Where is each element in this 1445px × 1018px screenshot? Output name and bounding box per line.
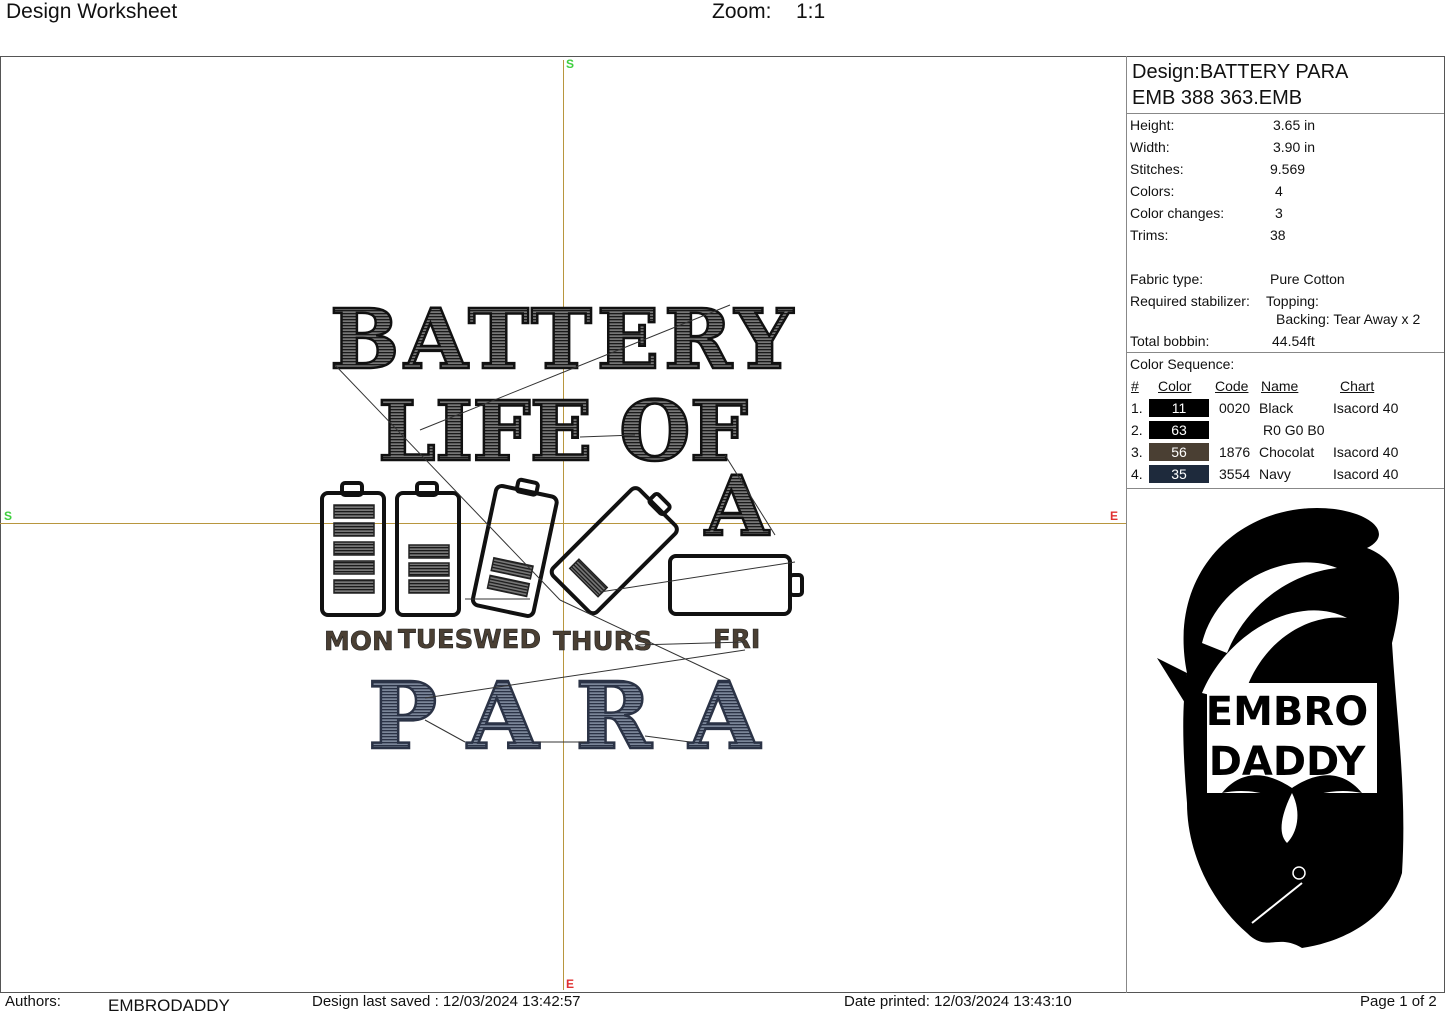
- authors-value: EMBRODADDY: [108, 996, 230, 1015]
- day-label-fri: FRI: [713, 625, 760, 655]
- color-swatch: 63: [1149, 421, 1209, 439]
- seq-chart: Isacord 40: [1333, 444, 1399, 460]
- color-sequence-title: Color Sequence:: [1130, 356, 1235, 372]
- seq-number: 1.: [1131, 400, 1143, 416]
- battery-three-quarter-icon: [395, 481, 461, 617]
- seq-code: 1876: [1219, 444, 1251, 460]
- design-name: Design:BATTERY PARA: [1132, 61, 1349, 83]
- seq-name: R0 G0 B0: [1263, 422, 1325, 438]
- stat-row: Width: 3.90 in: [1130, 139, 1316, 155]
- seq-code: 3554: [1219, 466, 1251, 482]
- stat-row: Color changes: 3: [1130, 205, 1283, 221]
- battery-low-icon: [549, 486, 679, 616]
- backing-row: Backing: Tear Away x 2: [1276, 311, 1421, 327]
- stat-row: Stitches: 9.569: [1130, 161, 1306, 177]
- seq-number: 4.: [1131, 466, 1143, 482]
- stat-row: Trims: 38: [1130, 227, 1286, 243]
- fabric-row: Fabric type: Pure Cotton: [1130, 271, 1345, 287]
- battery-full-icon: [320, 481, 386, 617]
- zoom-label: Zoom:: [712, 0, 772, 23]
- seq-chart: Isacord 40: [1333, 400, 1399, 416]
- color-sequence-header: # Color Code Name Chart: [1131, 378, 1375, 394]
- color-sequence-row: 4. 35 3554 Navy Isacord 40: [1127, 463, 1444, 485]
- logo-text-daddy: DADDY: [1209, 739, 1367, 785]
- authors-label: Authors:: [5, 993, 61, 1010]
- seq-number: 2.: [1131, 422, 1143, 438]
- axis-label-top: S: [566, 57, 575, 71]
- day-label-mon: MON: [324, 627, 394, 657]
- zoom-value: 1:1: [796, 0, 826, 23]
- color-sequence-row: 1. 11 0020 Black Isacord 40: [1127, 397, 1444, 419]
- day-label-tues: TUES: [398, 625, 473, 655]
- seq-chart: Isacord 40: [1333, 466, 1399, 482]
- embrodaddy-logo: EMBRO DADDY: [1157, 508, 1404, 948]
- axis-label-bottom: E: [566, 977, 575, 991]
- date-printed: Date printed: 12/03/2024 13:43:10: [844, 993, 1072, 1010]
- battery-empty-icon: [668, 554, 804, 616]
- color-swatch: 11: [1149, 399, 1209, 417]
- color-sequence-row: 2. 63 R0 G0 B0: [1127, 419, 1444, 441]
- design-text-life-of: LIFE OF: [378, 384, 748, 480]
- seq-name: Black: [1259, 400, 1294, 416]
- axis-label-left: S: [4, 509, 13, 523]
- battery-half-icon: [470, 477, 559, 618]
- day-label-thurs: THURS: [553, 627, 652, 657]
- seq-number: 3.: [1131, 444, 1143, 460]
- embroidery-design: BATTERY LIFE OF A PARA MON TUES WED THUR…: [320, 291, 804, 760]
- last-saved: Design last saved : 12/03/2024 13:42:57: [312, 993, 581, 1010]
- day-label-wed: WED: [473, 625, 541, 655]
- color-swatch: 35: [1149, 465, 1209, 483]
- worksheet-title: Design Worksheet: [6, 0, 178, 23]
- design-info-panel: Design:BATTERY PARA EMB 388 363.EMB Heig…: [1127, 57, 1444, 973]
- seq-code: 0020: [1219, 400, 1251, 416]
- page-number: Page 1 of 2: [1360, 993, 1437, 1010]
- stabilizer-row: Required stabilizer: Topping:: [1130, 293, 1319, 309]
- seq-name: Chocolat: [1259, 444, 1315, 460]
- axis-label-right: E: [1110, 509, 1119, 523]
- design-file: EMB 388 363.EMB: [1132, 87, 1303, 109]
- logo-text-embro: EMBRO: [1206, 689, 1368, 735]
- seq-name: Navy: [1259, 466, 1291, 482]
- color-sequence-row: 3. 56 1876 Chocolat Isacord 40: [1127, 441, 1444, 463]
- stat-row: Height: 3.65 in: [1130, 117, 1316, 133]
- color-swatch: 56: [1149, 443, 1209, 461]
- stat-row: Colors: 4: [1130, 183, 1283, 199]
- bobbin-row: Total bobbin: 44.54ft: [1130, 333, 1315, 349]
